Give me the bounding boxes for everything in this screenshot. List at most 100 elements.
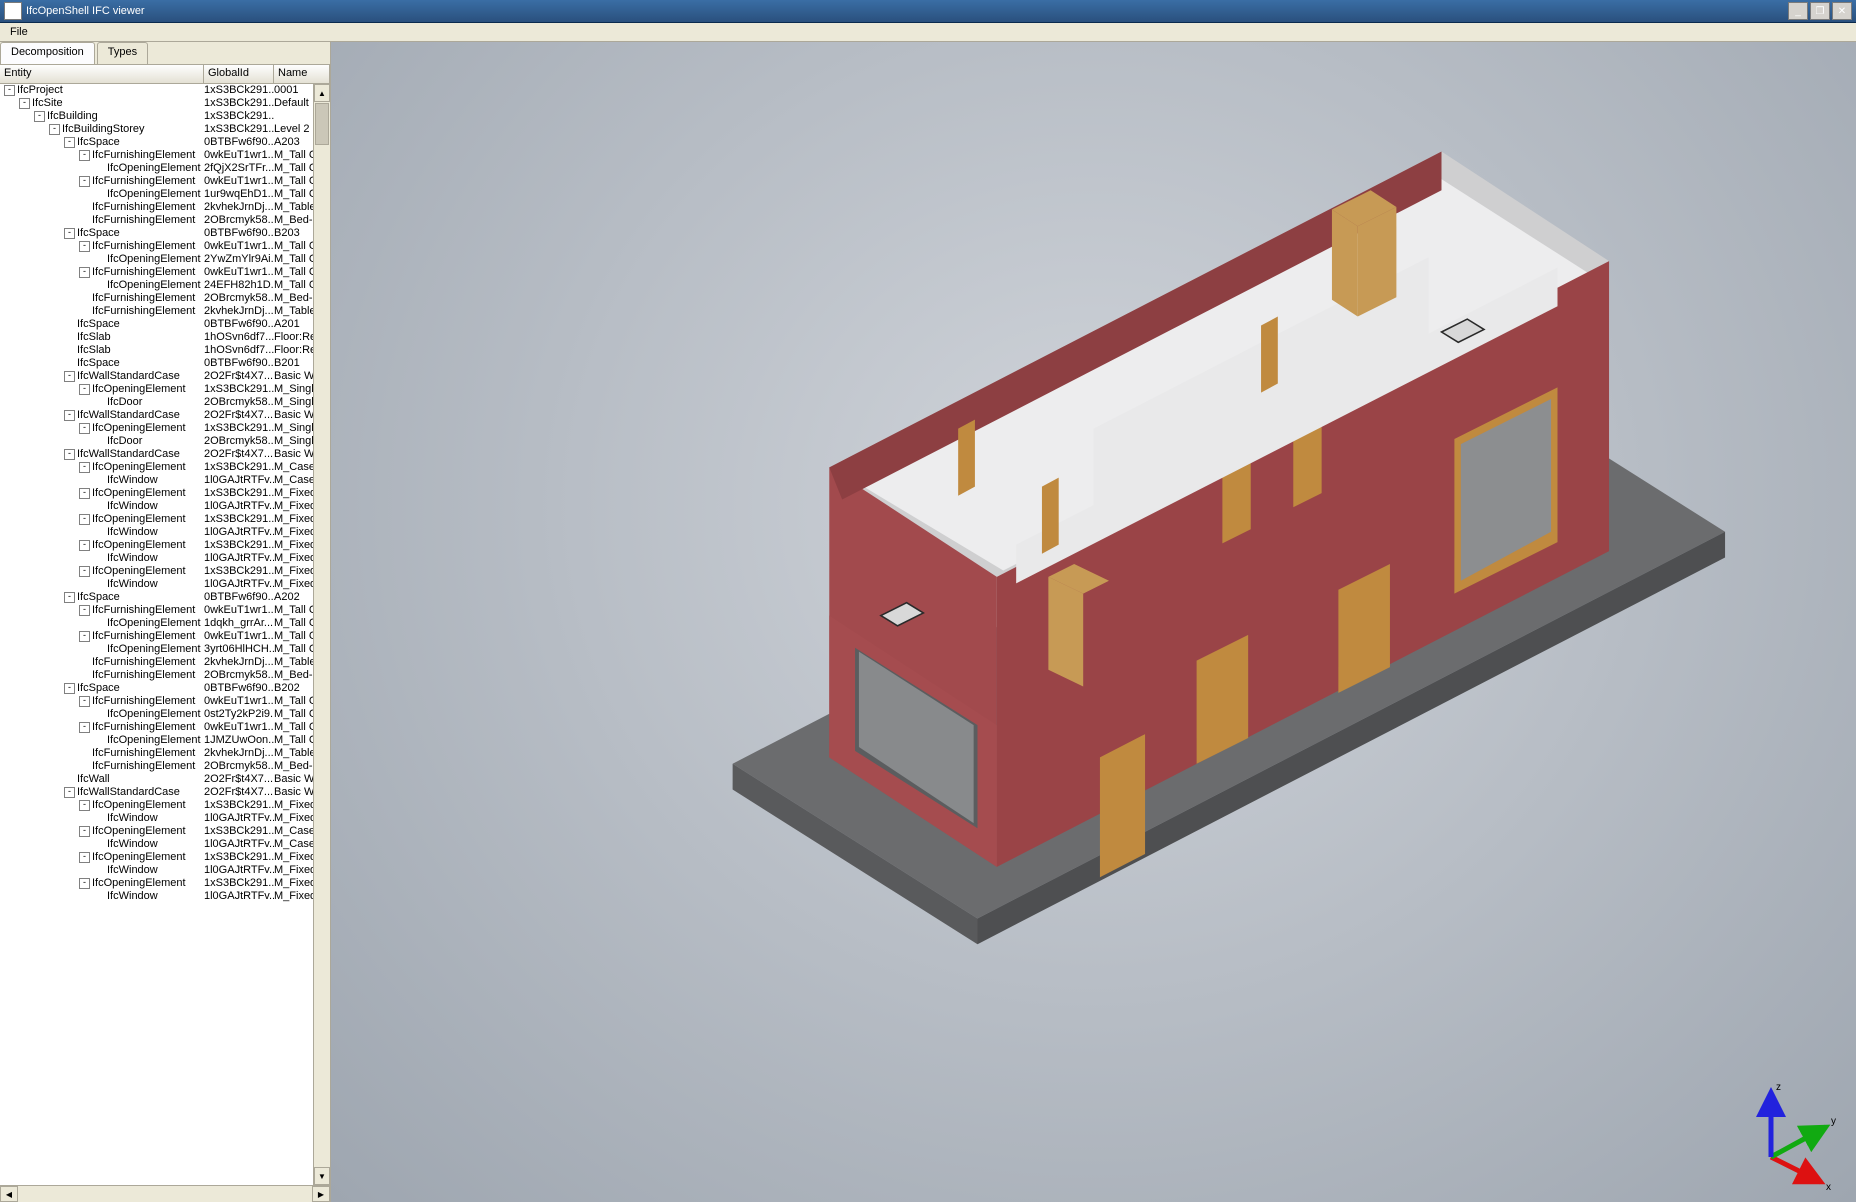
collapse-icon[interactable]: - [79, 566, 90, 577]
minimize-button[interactable]: _ [1788, 2, 1808, 20]
collapse-icon[interactable]: - [64, 228, 75, 239]
tree-row[interactable]: -IfcOpeningElement1xS3BCk291...M_Fixed:8 [0, 513, 330, 526]
tree-row[interactable]: -IfcOpeningElement1xS3BCk291...M_Fixed:2 [0, 539, 330, 552]
collapse-icon[interactable]: - [64, 137, 75, 148]
collapse-icon[interactable]: - [79, 176, 90, 187]
tree-row[interactable]: -IfcOpeningElement1xS3BCk291...M_Fixed:8 [0, 565, 330, 578]
tab-types[interactable]: Types [97, 42, 148, 64]
menu-file[interactable]: File [4, 25, 34, 39]
tree-row[interactable]: IfcSpace0BTBFw6f90...A201 [0, 318, 330, 331]
tree-row[interactable]: IfcOpeningElement2YwZmYlr9Ai...M_Tall Ca… [0, 253, 330, 266]
collapse-icon[interactable]: - [79, 423, 90, 434]
decomposition-tree[interactable]: -IfcProject1xS3BCk291...0001-IfcSite1xS3… [0, 84, 330, 1185]
tree-row[interactable]: IfcWindow1l0GAJtRTFv...M_Fixed:7 [0, 500, 330, 513]
tree-row[interactable]: -IfcOpeningElement1xS3BCk291...M_Fixed:2 [0, 799, 330, 812]
tree-row[interactable]: IfcWindow1l0GAJtRTFv...M_Fixed:8 [0, 578, 330, 591]
tree-row[interactable]: -IfcBuildingStorey1xS3BCk291...Level 2 [0, 123, 330, 136]
tree-row[interactable]: -IfcWallStandardCase2O2Fr$t4X7...Basic W… [0, 409, 330, 422]
collapse-icon[interactable]: - [79, 605, 90, 616]
collapse-icon[interactable]: - [79, 462, 90, 473]
tree-row[interactable]: IfcFurnishingElement2OBrcmyk58...M_Bed-S… [0, 292, 330, 305]
collapse-icon[interactable]: - [79, 826, 90, 837]
tree-row[interactable]: -IfcSpace0BTBFw6f90...B202 [0, 682, 330, 695]
tree-row[interactable]: -IfcOpeningElement1xS3BCk291...M_Single- [0, 383, 330, 396]
col-entity[interactable]: Entity [0, 65, 204, 83]
collapse-icon[interactable]: - [64, 410, 75, 421]
collapse-icon[interactable]: - [34, 111, 45, 122]
close-button[interactable]: ✕ [1832, 2, 1852, 20]
tree-row[interactable]: -IfcOpeningElement1xS3BCk291...M_Fixed:8 [0, 877, 330, 890]
collapse-icon[interactable]: - [79, 241, 90, 252]
tree-row[interactable]: IfcWindow1l0GAJtRTFv...M_Fixed:8 [0, 890, 330, 903]
scroll-thumb[interactable] [315, 103, 329, 145]
tree-row[interactable]: -IfcFurnishingElement0wkEuT1wr1...M_Tall… [0, 175, 330, 188]
tree-row[interactable]: IfcOpeningElement1ur9wqEhD1...M_Tall Cab [0, 188, 330, 201]
tree-row[interactable]: -IfcSpace0BTBFw6f90...A202 [0, 591, 330, 604]
collapse-icon[interactable]: - [79, 800, 90, 811]
tree-row[interactable]: -IfcOpeningElement1xS3BCk291...M_Casem [0, 825, 330, 838]
tree-row[interactable]: IfcFurnishingElement2kvhekJrnDj...M_Tabl… [0, 747, 330, 760]
tree-row[interactable]: IfcFurnishingElement2OBrcmyk58...M_Bed-S… [0, 669, 330, 682]
collapse-icon[interactable]: - [79, 488, 90, 499]
tree-row[interactable]: IfcWindow1l0GAJtRTFv...M_Fixed:2 [0, 812, 330, 825]
tree-row[interactable]: IfcFurnishingElement2kvhekJrnDj...M_Tabl… [0, 656, 330, 669]
tree-row[interactable]: IfcWindow1l0GAJtRTFv...M_Fixed:2 [0, 864, 330, 877]
tree-row[interactable]: -IfcSpace0BTBFw6f90...B203 [0, 227, 330, 240]
tree-row[interactable]: IfcSlab1hOSvn6df7...Floor:Resi [0, 331, 330, 344]
tree-row[interactable]: IfcWall2O2Fr$t4X7...Basic Wall [0, 773, 330, 786]
collapse-icon[interactable]: - [79, 722, 90, 733]
tree-hscroll[interactable]: ◀ ▶ [0, 1185, 330, 1202]
tree-row[interactable]: -IfcFurnishingElement0wkEuT1wr1...M_Tall… [0, 630, 330, 643]
tree-row[interactable]: IfcWindow1l0GAJtRTFv...M_Casem [0, 474, 330, 487]
tree-row[interactable]: IfcOpeningElement1dqkh_grrAr...M_Tall Ca… [0, 617, 330, 630]
tree-row[interactable]: IfcOpeningElement24EFH82h1D...M_Tall Cab [0, 279, 330, 292]
tree-row[interactable]: IfcWindow1l0GAJtRTFv...M_Casem [0, 838, 330, 851]
tree-row[interactable]: -IfcSpace0BTBFw6f90...A203 [0, 136, 330, 149]
tree-row[interactable]: IfcOpeningElement2fQjX2SrTFr...M_Tall Ca… [0, 162, 330, 175]
tree-row[interactable]: -IfcOpeningElement1xS3BCk291...M_Casem [0, 461, 330, 474]
tree-row[interactable]: IfcSlab1hOSvn6df7...Floor:Resi [0, 344, 330, 357]
viewport-3d[interactable]: x y z [331, 42, 1856, 1202]
tree-row[interactable]: IfcFurnishingElement2kvhekJrnDj...M_Tabl… [0, 201, 330, 214]
tree-row[interactable]: -IfcFurnishingElement0wkEuT1wr1...M_Tall… [0, 721, 330, 734]
tree-row[interactable]: IfcFurnishingElement2kvhekJrnDj...M_Tabl… [0, 305, 330, 318]
collapse-icon[interactable]: - [79, 696, 90, 707]
tree-row[interactable]: -IfcFurnishingElement0wkEuT1wr1...M_Tall… [0, 240, 330, 253]
tree-row[interactable]: -IfcFurnishingElement0wkEuT1wr1...M_Tall… [0, 604, 330, 617]
collapse-icon[interactable]: - [79, 878, 90, 889]
collapse-icon[interactable]: - [79, 852, 90, 863]
collapse-icon[interactable]: - [79, 514, 90, 525]
collapse-icon[interactable]: - [79, 540, 90, 551]
tree-row[interactable]: -IfcSite1xS3BCk291...Default [0, 97, 330, 110]
tree-row[interactable]: IfcFurnishingElement2OBrcmyk58...M_Bed-S… [0, 214, 330, 227]
collapse-icon[interactable]: - [64, 787, 75, 798]
collapse-icon[interactable]: - [19, 98, 30, 109]
scroll-down-icon[interactable]: ▼ [314, 1167, 330, 1185]
collapse-icon[interactable]: - [64, 683, 75, 694]
tree-row[interactable]: -IfcWallStandardCase2O2Fr$t4X7...Basic W… [0, 448, 330, 461]
tree-row[interactable]: -IfcFurnishingElement0wkEuT1wr1...M_Tall… [0, 266, 330, 279]
collapse-icon[interactable]: - [79, 267, 90, 278]
tree-row[interactable]: -IfcOpeningElement1xS3BCk291...M_Fixed:2 [0, 851, 330, 864]
tree-row[interactable]: IfcFurnishingElement2OBrcmyk58...M_Bed-S… [0, 760, 330, 773]
collapse-icon[interactable]: - [4, 85, 15, 96]
tree-row[interactable]: -IfcFurnishingElement0wkEuT1wr1...M_Tall… [0, 149, 330, 162]
tree-row[interactable]: -IfcFurnishingElement0wkEuT1wr1...M_Tall… [0, 695, 330, 708]
tree-row[interactable]: -IfcWallStandardCase2O2Fr$t4X7...Basic W… [0, 786, 330, 799]
tree-row[interactable]: IfcDoor2OBrcmyk58...M_Single- [0, 396, 330, 409]
collapse-icon[interactable]: - [64, 371, 75, 382]
scroll-up-icon[interactable]: ▲ [314, 84, 330, 102]
tree-row[interactable]: IfcOpeningElement3yrt06HlHCH...M_Tall Ca… [0, 643, 330, 656]
tree-row[interactable]: -IfcOpeningElement1xS3BCk291...M_Fixed:7 [0, 487, 330, 500]
collapse-icon[interactable]: - [79, 150, 90, 161]
tree-row[interactable]: IfcWindow1l0GAJtRTFv...M_Fixed:2 [0, 552, 330, 565]
tree-row[interactable]: IfcOpeningElement1JMZUwOon...M_Tall Cab [0, 734, 330, 747]
col-name[interactable]: Name [274, 65, 330, 83]
tree-row[interactable]: IfcDoor2OBrcmyk58...M_Single- [0, 435, 330, 448]
tab-decomposition[interactable]: Decomposition [0, 42, 95, 64]
tree-row[interactable]: -IfcProject1xS3BCk291...0001 [0, 84, 330, 97]
tree-row[interactable]: -IfcOpeningElement1xS3BCk291...M_Single- [0, 422, 330, 435]
tree-row[interactable]: IfcWindow1l0GAJtRTFv...M_Fixed:8 [0, 526, 330, 539]
tree-row[interactable]: -IfcBuilding1xS3BCk291... [0, 110, 330, 123]
collapse-icon[interactable]: - [64, 592, 75, 603]
